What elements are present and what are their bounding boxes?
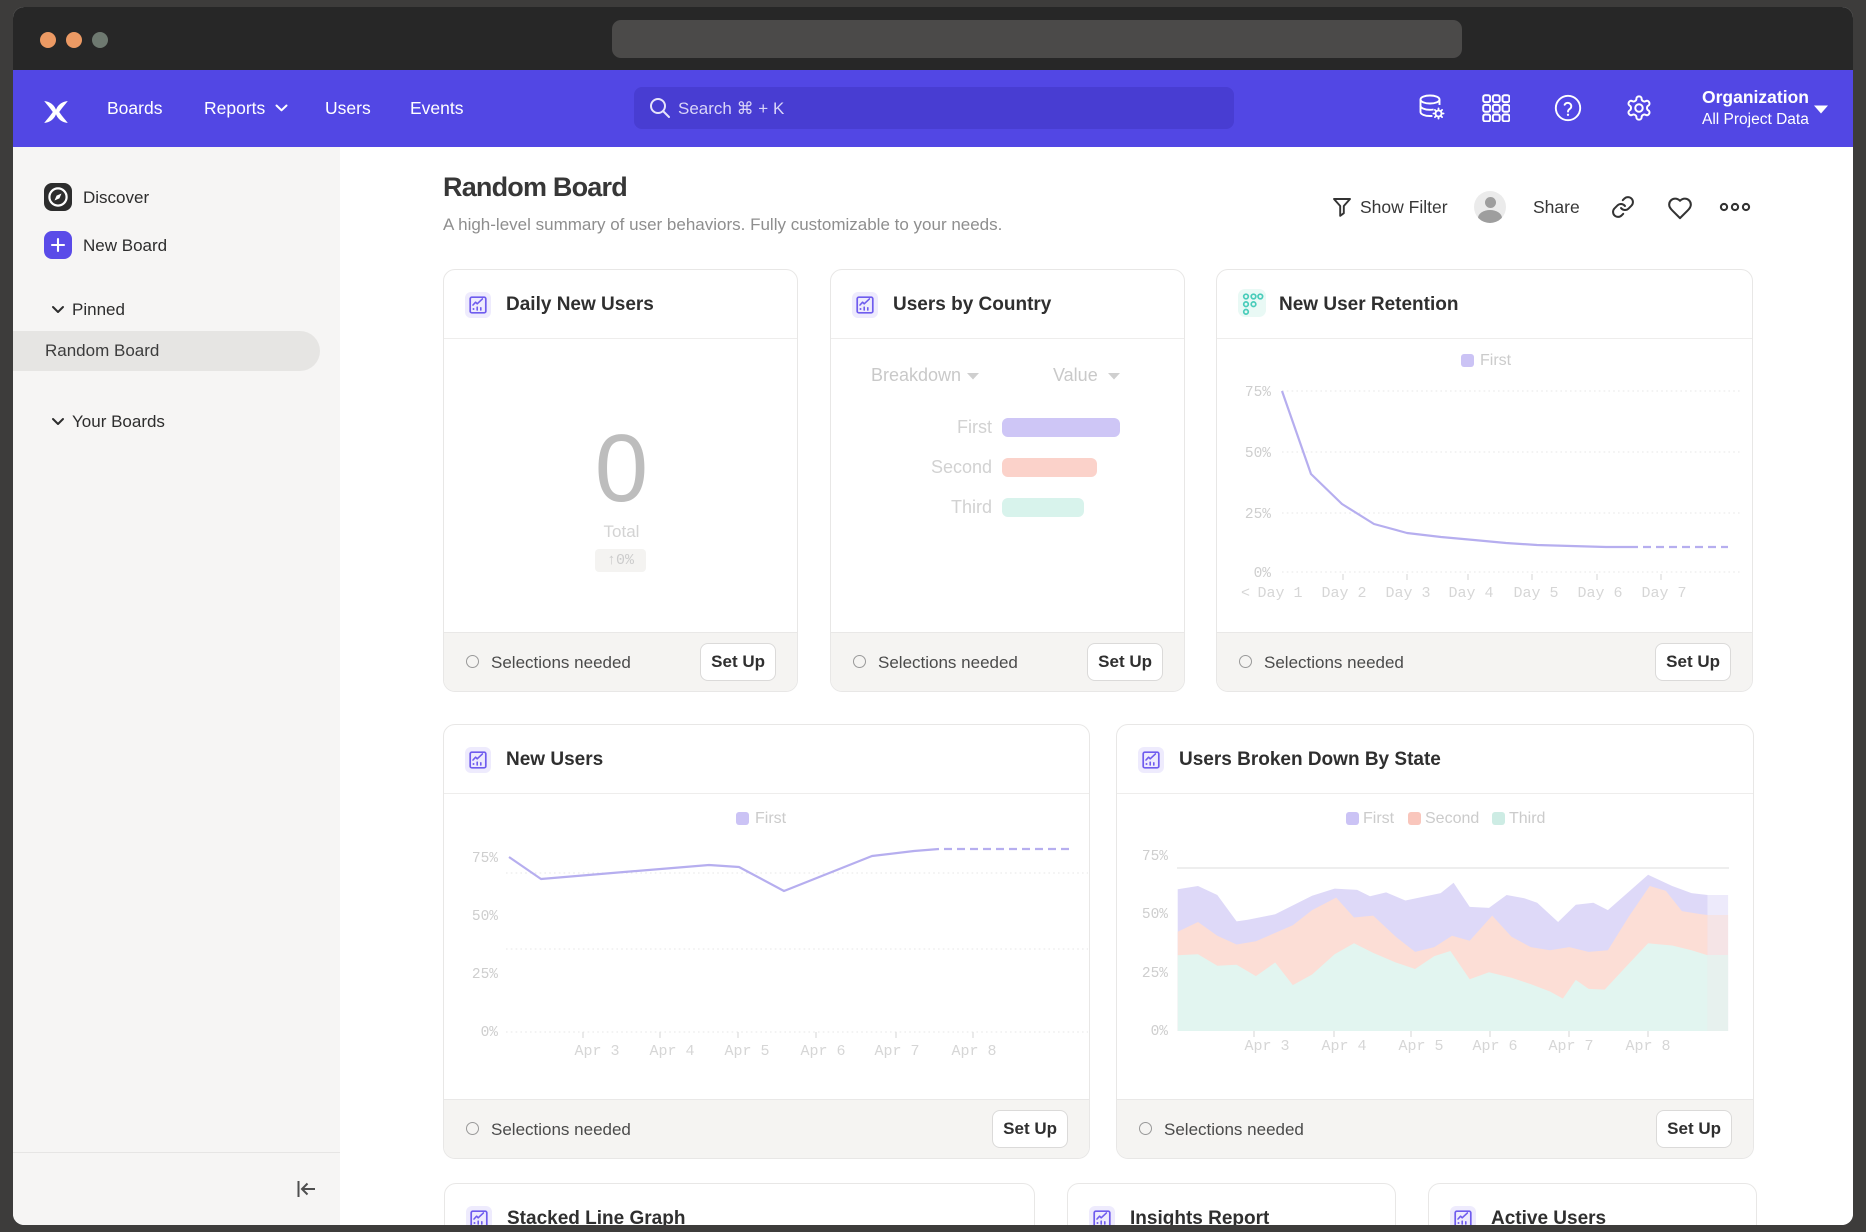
svg-text:Day 3: Day 3 [1385, 585, 1430, 602]
svg-text:Apr 3: Apr 3 [574, 1043, 619, 1060]
svg-text:Apr 3: Apr 3 [1244, 1038, 1289, 1055]
svg-text:Apr 8: Apr 8 [1625, 1038, 1670, 1055]
svg-text:<: < [1241, 585, 1250, 602]
svg-text:Apr 6: Apr 6 [1472, 1038, 1517, 1055]
svg-text:0%: 0% [481, 1025, 499, 1041]
svg-text:Apr 4: Apr 4 [649, 1043, 694, 1060]
svg-text:Day 1: Day 1 [1257, 585, 1302, 602]
svg-text:75%: 75% [472, 851, 498, 867]
svg-text:Apr 6: Apr 6 [800, 1043, 845, 1060]
svg-text:Day 5: Day 5 [1513, 585, 1558, 602]
svg-text:25%: 25% [472, 967, 498, 983]
svg-text:50%: 50% [472, 909, 498, 925]
svg-text:Day 4: Day 4 [1448, 585, 1493, 602]
svg-text:Day 6: Day 6 [1577, 585, 1622, 602]
svg-text:0%: 0% [1254, 566, 1272, 582]
svg-text:Apr 8: Apr 8 [951, 1043, 996, 1060]
svg-text:Apr 5: Apr 5 [724, 1043, 769, 1060]
svg-text:Day 7: Day 7 [1641, 585, 1686, 602]
svg-text:25%: 25% [1245, 507, 1271, 523]
svg-text:50%: 50% [1142, 907, 1168, 923]
svg-text:75%: 75% [1142, 849, 1168, 865]
svg-text:0%: 0% [1151, 1024, 1169, 1040]
svg-text:Apr 7: Apr 7 [1548, 1038, 1593, 1055]
svg-text:50%: 50% [1245, 446, 1271, 462]
svg-text:25%: 25% [1142, 966, 1168, 982]
svg-text:Day 2: Day 2 [1321, 585, 1366, 602]
svg-text:Apr 5: Apr 5 [1398, 1038, 1443, 1055]
svg-text:Apr 4: Apr 4 [1321, 1038, 1366, 1055]
svg-text:Apr 7: Apr 7 [874, 1043, 919, 1060]
svg-text:75%: 75% [1245, 385, 1271, 401]
